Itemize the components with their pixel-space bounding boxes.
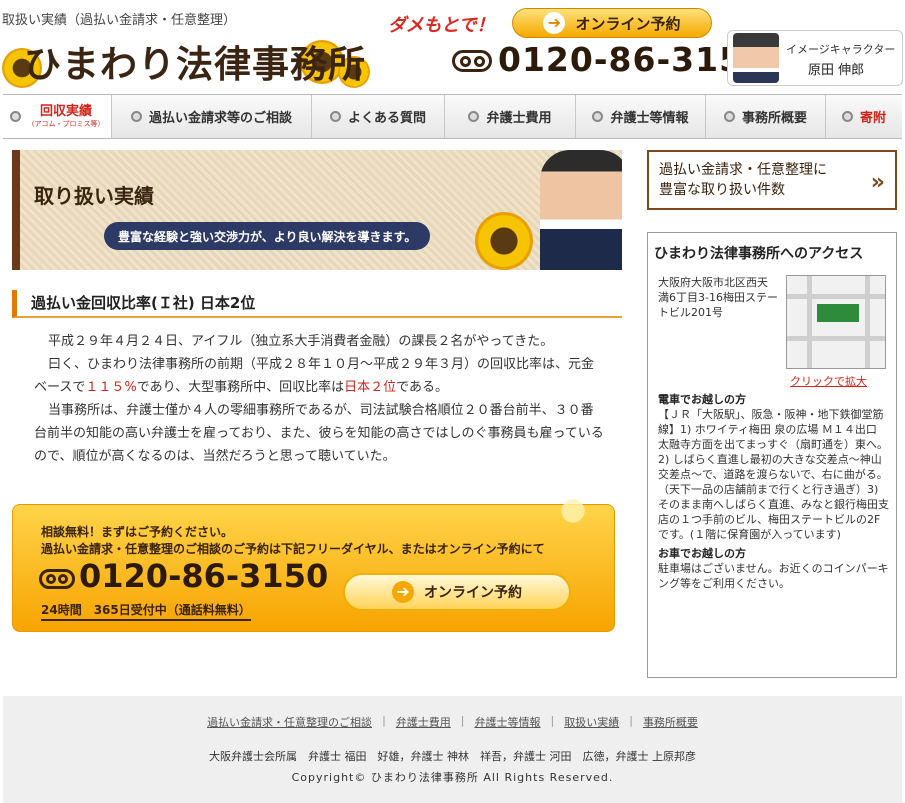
lawyer-photo <box>540 150 622 270</box>
train-heading: 電車でお越しの方 <box>658 393 746 406</box>
article-body: 平成２９年４月２４日、アイフル（独立系大手消費者金融）の課長２名がやってきた。 … <box>34 330 606 468</box>
contact-reserve-button[interactable]: ➔ オンライン予約 <box>343 573 571 611</box>
nav-item-label: 寄附 <box>859 111 886 126</box>
contact-line2: 過払い金請求・任意整理のご相談のご予約は下記フリーダイヤル、またはオンライン予約… <box>41 542 545 556</box>
nav-bullet-icon <box>130 111 142 122</box>
nav-item-office[interactable]: 事務所概要 <box>706 95 826 138</box>
article-paragraph: 曰く、ひまわり法律事務所の前期（平成２８年１０月～平成２９年３月）の回収比率は、… <box>34 357 595 395</box>
nav-item-label: よくある質問 <box>347 111 426 126</box>
online-reserve-button[interactable]: ➔ オンライン予約 <box>512 8 712 38</box>
article-paragraph: 当事務所は、弁護士僅か４人の零細事務所であるが、司法試験合格順位２０番台前半、３… <box>34 403 604 464</box>
site-footer: 過払い金請求・任意整理のご相談 | 弁護士費用 | 弁護士等情報 | 取扱い実績 | 事… <box>3 696 902 803</box>
main-nav: 回収実績 （アコム・プロミス等） 過払い金請求等のご相談 よくある質問 弁護士費… <box>3 94 902 139</box>
double-chevron-right-icon: » <box>870 170 885 195</box>
header-tagline: 取扱い実績（過払い金請求・任意整理） <box>2 13 237 28</box>
footer-copyright: Copyright© ひまわり法律事務所 All Rights Reserved… <box>291 771 614 784</box>
nav-item-sub: （アコム・プロミス等） <box>27 119 105 128</box>
page-title: 取り扱い実績 <box>34 184 154 208</box>
contact-line1: 相談無料！まずはご予約ください。 <box>41 525 234 539</box>
nav-bullet-icon <box>9 111 21 122</box>
sunflower-icon <box>475 212 533 270</box>
nav-bullet-icon <box>841 111 853 122</box>
nav-item-consultation[interactable]: 過払い金請求等のご相談 <box>112 95 312 138</box>
banner-subtitle: 豊富な経験と強い交渉力が、より良い解決を導きます。 <box>104 222 431 250</box>
train-directions: 【ＪＲ「大阪駅」、阪急・阪神・地下鉄御堂筋線】1) ホワイティ梅田 泉の広場 Ｍ… <box>658 408 889 541</box>
contact-hours: 24時間 365日受付中（通話料無料） <box>41 601 251 621</box>
leaf-decoration-icon <box>553 491 593 531</box>
dame-catchphrase: ダメもとで！ <box>388 15 495 36</box>
nav-item-label: 過払い金請求等のご相談 <box>148 111 292 126</box>
nav-item-fees[interactable]: 弁護士費用 <box>445 95 576 138</box>
footer-link-consultation[interactable]: 過払い金請求・任意整理のご相談 <box>197 714 382 730</box>
section-heading: 過払い金回収比率(Ｉ社) 日本2位 <box>12 290 622 318</box>
nav-item-label: 弁護士費用 <box>486 111 552 126</box>
map-enlarge-link[interactable]: クリックで拡大 <box>790 373 867 389</box>
nav-item-results[interactable]: 回収実績 （アコム・プロミス等） <box>3 95 112 138</box>
nav-item-label: 回収実績 <box>39 103 92 119</box>
sidebar-promo-link[interactable]: 過払い金請求・任意整理に 豊富な取り扱い件数 » <box>647 150 897 210</box>
character-name: 原田 伸郎 <box>808 63 865 78</box>
map-office-marker <box>817 304 859 322</box>
car-heading: お車でお越しの方 <box>658 547 746 560</box>
arrow-right-icon: ➔ <box>392 581 414 603</box>
nav-bullet-icon <box>329 111 341 122</box>
nav-item-label: 事務所概要 <box>741 111 807 126</box>
office-address: 大阪府大阪市北区西天満6丁目3-16梅田ステートビル201号 <box>658 276 778 319</box>
nav-item-faq[interactable]: よくある質問 <box>312 95 445 138</box>
online-reserve-label: オンライン予約 <box>575 14 681 33</box>
nav-bullet-icon <box>723 111 735 122</box>
footer-link-results[interactable]: 取扱い実績 <box>554 714 629 730</box>
arrow-right-icon: ➔ <box>543 12 566 34</box>
nav-item-lawyers[interactable]: 弁護士等情報 <box>576 95 706 138</box>
freedial-icon <box>452 50 492 72</box>
nav-bullet-icon <box>592 111 604 122</box>
directions: 電車でお越しの方 【ＪＲ「大阪駅」、阪急・阪神・地下鉄御堂筋線】1) ホワイティ… <box>658 388 890 591</box>
footer-link-office[interactable]: 事務所概要 <box>633 714 708 730</box>
footer-link-fees[interactable]: 弁護士費用 <box>386 714 461 730</box>
car-directions: 駐車場はございません。お近くのコインパーキング等をご利用ください。 <box>658 562 889 590</box>
contact-reserve-label: オンライン予約 <box>424 585 522 601</box>
character-photo <box>733 33 779 83</box>
nav-item-donation[interactable]: 寄附 <box>826 95 902 138</box>
ranking-text: 日本２位 <box>344 380 397 395</box>
access-map-thumbnail[interactable] <box>786 275 886 369</box>
nav-bullet-icon <box>468 111 480 122</box>
contact-phone[interactable]: 0120-86-3150 <box>79 557 328 595</box>
footer-links: 過払い金請求・任意整理のご相談 | 弁護士費用 | 弁護士等情報 | 取扱い実績 | 事… <box>3 714 902 730</box>
image-character-box: イメージキャラクター 原田 伸郎 <box>727 30 903 86</box>
freedial-icon <box>39 569 75 589</box>
access-title: ひまわり法律事務所へのアクセス <box>654 246 864 262</box>
access-box: ひまわり法律事務所へのアクセス 大阪府大阪市北区西天満6丁目3-16梅田ステート… <box>647 232 897 678</box>
article-paragraph: 平成２９年４月２４日、アイフル（独立系大手消費者金融）の課長２名がやってきた。 <box>48 334 554 349</box>
site-header: 取扱い実績（過払い金請求・任意整理） ひまわり法律事務所 ダメもとで！ ➔ オン… <box>0 0 905 92</box>
contact-box: 相談無料！まずはご予約ください。 過払い金請求・任意整理のご相談のご予約は下記フ… <box>12 491 615 632</box>
nav-item-label: 弁護士等情報 <box>610 111 689 126</box>
character-label: イメージキャラクター <box>786 43 896 56</box>
footer-link-lawyers[interactable]: 弁護士等情報 <box>465 714 551 730</box>
recovery-rate: １１５% <box>85 380 137 395</box>
footer-lawyers: 大阪弁護士会所属 弁護士 福田 好雄，弁護士 神林 祥吾，弁護士 河田 広徳，弁… <box>209 750 696 763</box>
sidebar-promo-text: 過払い金請求・任意整理に 豊富な取り扱い件数 <box>659 162 827 198</box>
page-banner: 取り扱い実績 豊富な経験と強い交渉力が、より良い解決を導きます。 <box>12 150 622 270</box>
site-logo[interactable]: ひまわり法律事務所 <box>24 34 366 88</box>
